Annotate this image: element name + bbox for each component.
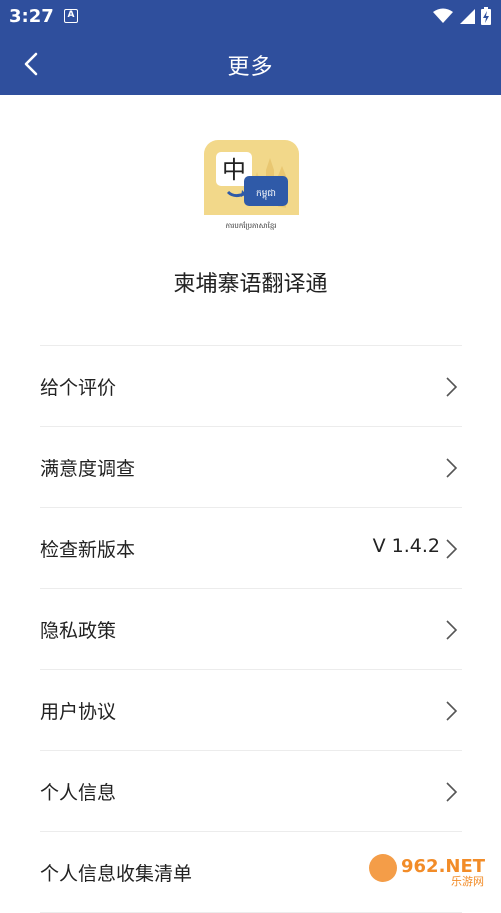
watermark-subtext: 乐游网 <box>451 875 484 888</box>
menu-item-rate[interactable]: 给个评价 <box>40 346 462 427</box>
page-title: 更多 <box>227 55 274 80</box>
menu-item-label: 给个评价 <box>40 377 117 399</box>
chevron-right-icon <box>446 458 458 478</box>
battery-icon <box>481 7 491 25</box>
status-time: 3:27 <box>9 6 54 27</box>
chevron-right-icon <box>446 620 458 640</box>
chevron-right-icon <box>446 539 458 559</box>
wifi-icon <box>433 8 453 23</box>
menu-item-label: 用户协议 <box>40 701 117 723</box>
menu-item-privacy-policy[interactable]: 隐私政策 <box>40 589 462 670</box>
app-name: 柬埔寨语翻译通 <box>173 272 328 297</box>
chevron-right-icon <box>446 701 458 721</box>
logo-khmer-text: កម្ពុជា <box>256 189 276 200</box>
menu-item-label: 隐私政策 <box>40 620 117 642</box>
menu-item-survey[interactable]: 满意度调查 <box>40 427 462 508</box>
app-bar: 更多 <box>0 33 501 95</box>
menu-item-label: 个人信息收集清单 <box>40 863 193 885</box>
menu-item-user-agreement[interactable]: 用户协议 <box>40 670 462 751</box>
menu-item-label: 满意度调查 <box>40 458 136 480</box>
menu-item-label: 个人信息 <box>40 782 117 804</box>
menu-item-personal-info[interactable]: 个人信息 <box>40 751 462 832</box>
watermark-logo: 962.NET 乐游网 <box>369 854 486 888</box>
chevron-right-icon <box>446 782 458 802</box>
status-bar: 3:27 A <box>0 0 501 33</box>
logo-caption: ការបកប្រែភាសាខ្មែរ <box>226 221 277 230</box>
status-icons <box>433 7 491 25</box>
notification-a-icon: A <box>64 9 78 23</box>
version-value: V 1.4.2 <box>372 535 440 557</box>
app-logo-image: 中 កម្ពុជា ការបកប្រែភាសាខ្មែរ <box>204 140 299 235</box>
menu-item-label: 检查新版本 <box>40 539 136 561</box>
signal-icon <box>460 9 475 24</box>
chevron-right-icon <box>446 377 458 397</box>
watermark-text: 962.NET <box>401 856 486 877</box>
menu-list: 给个评价 满意度调查 检查新版本 V 1.4.2 隐私政策 用户协议 个人信息 … <box>40 345 462 913</box>
app-logo: 中 កម្ពុជា ការបកប្រែភាសាខ្មែរ <box>204 140 299 235</box>
menu-item-check-update[interactable]: 检查新版本 V 1.4.2 <box>40 508 462 589</box>
logo-main-char: 中 <box>222 156 246 184</box>
